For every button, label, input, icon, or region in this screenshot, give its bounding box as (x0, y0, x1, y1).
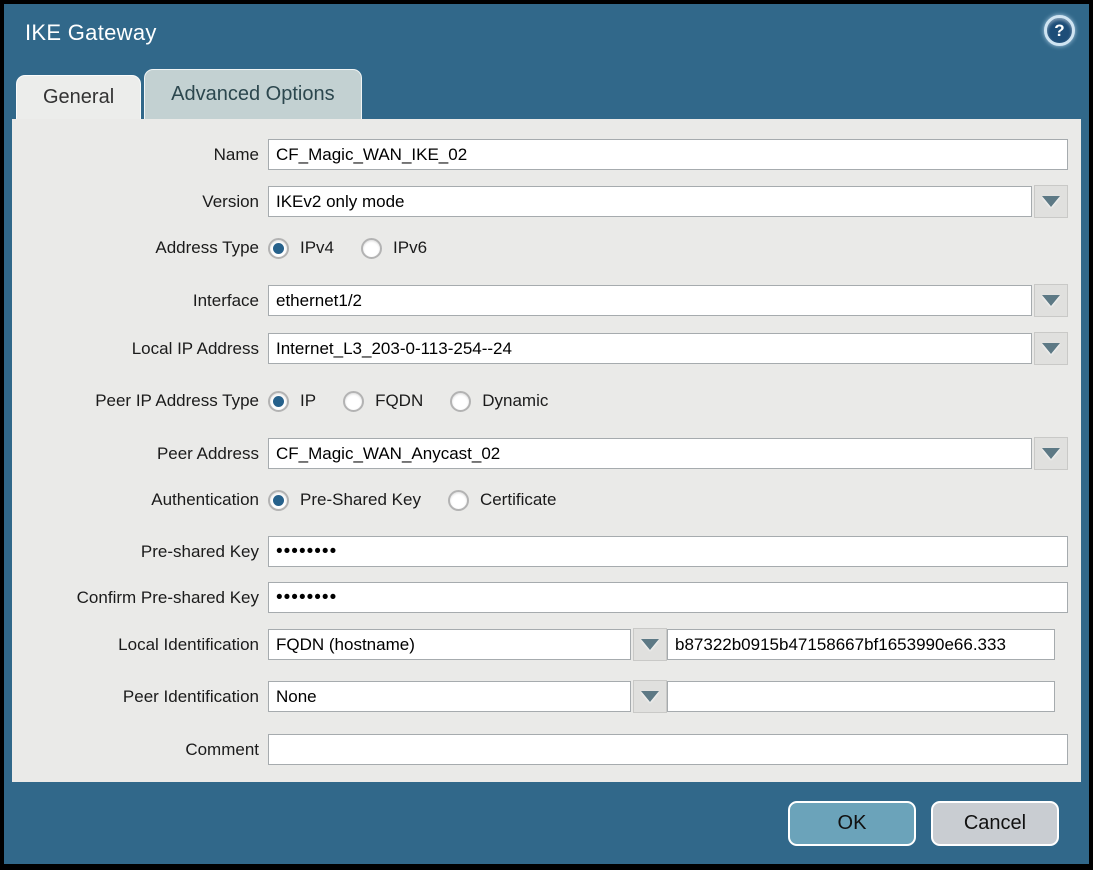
authentication-pre-shared-key-label: Pre-Shared Key (300, 490, 421, 510)
dialog-footer: OK Cancel (4, 782, 1089, 864)
ike-gateway-dialog: IKE Gateway ? General Advanced Options N… (4, 4, 1089, 864)
address-type-ipv6-option[interactable]: IPv6 (361, 238, 427, 259)
peer-identification-row: Peer Identification None (12, 680, 1081, 713)
dialog-title: IKE Gateway (25, 20, 157, 46)
peer-ip-address-type-radio-group: IP FQDN Dynamic (268, 391, 575, 412)
local-identification-type-dropdown[interactable]: FQDN (hostname) (268, 628, 667, 661)
pre-shared-key-input[interactable] (268, 536, 1068, 567)
peer-identification-label: Peer Identification (12, 687, 268, 707)
version-dropdown[interactable]: IKEv2 only mode (268, 185, 1068, 218)
tab-general[interactable]: General (16, 75, 141, 119)
name-row: Name (12, 139, 1081, 170)
peer-identification-type-value: None (268, 681, 631, 712)
help-icon[interactable]: ? (1044, 15, 1075, 46)
radio-unselected-icon[interactable] (450, 391, 471, 412)
authentication-row: Authentication Pre-Shared Key Certificat… (12, 486, 1081, 514)
peer-ip-type-ip-label: IP (300, 391, 316, 411)
chevron-down-icon (641, 691, 659, 702)
authentication-pre-shared-key-option[interactable]: Pre-Shared Key (268, 490, 421, 511)
address-type-ipv4-option[interactable]: IPv4 (268, 238, 334, 259)
chevron-down-icon (1042, 295, 1060, 306)
peer-ip-type-dynamic-option[interactable]: Dynamic (450, 391, 548, 412)
authentication-certificate-label: Certificate (480, 490, 557, 510)
address-type-ipv4-label: IPv4 (300, 238, 334, 258)
peer-address-label: Peer Address (12, 444, 268, 464)
peer-identification-dropdown-button[interactable] (633, 680, 667, 713)
name-label: Name (12, 145, 268, 165)
version-row: Version IKEv2 only mode (12, 185, 1081, 218)
interface-dropdown-button[interactable] (1034, 284, 1068, 317)
version-dropdown-button[interactable] (1034, 185, 1068, 218)
local-ip-address-label: Local IP Address (12, 339, 268, 359)
interface-dropdown[interactable]: ethernet1/2 (268, 284, 1068, 317)
chevron-down-icon (1042, 448, 1060, 459)
authentication-label: Authentication (12, 490, 268, 510)
cancel-button[interactable]: Cancel (931, 801, 1059, 846)
radio-selected-icon[interactable] (268, 238, 289, 259)
tab-bar: General Advanced Options (16, 66, 1081, 119)
address-type-row: Address Type IPv4 IPv6 (12, 234, 1081, 262)
local-identification-type-value: FQDN (hostname) (268, 629, 631, 660)
peer-address-selected-value: CF_Magic_WAN_Anycast_02 (268, 438, 1032, 469)
peer-ip-address-type-row: Peer IP Address Type IP FQDN Dynamic (12, 387, 1081, 415)
radio-selected-icon[interactable] (268, 391, 289, 412)
address-type-label: Address Type (12, 238, 268, 258)
comment-row: Comment (12, 734, 1081, 765)
peer-identification-value-input[interactable] (667, 681, 1055, 712)
local-ip-address-dropdown[interactable]: Internet_L3_203-0-113-254--24 (268, 332, 1068, 365)
local-identification-dropdown-button[interactable] (633, 628, 667, 661)
tab-advanced-options[interactable]: Advanced Options (144, 69, 361, 119)
chevron-down-icon (641, 639, 659, 650)
radio-unselected-icon[interactable] (343, 391, 364, 412)
version-selected-value: IKEv2 only mode (268, 186, 1032, 217)
peer-address-dropdown-button[interactable] (1034, 437, 1068, 470)
version-label: Version (12, 192, 268, 212)
local-identification-row: Local Identification FQDN (hostname) (12, 628, 1081, 661)
name-input[interactable] (268, 139, 1068, 170)
peer-identification-type-dropdown[interactable]: None (268, 680, 667, 713)
pre-shared-key-row: Pre-shared Key (12, 536, 1081, 567)
general-tab-panel: Name Version IKEv2 only mode Address Typ… (12, 119, 1081, 782)
peer-ip-type-ip-option[interactable]: IP (268, 391, 316, 412)
comment-label: Comment (12, 740, 268, 760)
radio-unselected-icon[interactable] (361, 238, 382, 259)
chevron-down-icon (1042, 343, 1060, 354)
authentication-certificate-option[interactable]: Certificate (448, 490, 557, 511)
local-ip-address-selected-value: Internet_L3_203-0-113-254--24 (268, 333, 1032, 364)
address-type-ipv6-label: IPv6 (393, 238, 427, 258)
authentication-radio-group: Pre-Shared Key Certificate (268, 490, 583, 511)
peer-ip-address-type-label: Peer IP Address Type (12, 391, 268, 411)
interface-label: Interface (12, 291, 268, 311)
peer-address-row: Peer Address CF_Magic_WAN_Anycast_02 (12, 437, 1081, 470)
tab-advanced-options-label: Advanced Options (171, 83, 334, 106)
dialog-titlebar: IKE Gateway ? (4, 4, 1089, 66)
chevron-down-icon (1042, 196, 1060, 207)
radio-selected-icon[interactable] (268, 490, 289, 511)
radio-unselected-icon[interactable] (448, 490, 469, 511)
confirm-pre-shared-key-input[interactable] (268, 582, 1068, 613)
interface-row: Interface ethernet1/2 (12, 284, 1081, 317)
tab-general-label: General (43, 86, 114, 109)
local-identification-label: Local Identification (12, 635, 268, 655)
pre-shared-key-label: Pre-shared Key (12, 542, 268, 562)
address-type-radio-group: IPv4 IPv6 (268, 238, 454, 259)
peer-ip-type-fqdn-label: FQDN (375, 391, 423, 411)
confirm-pre-shared-key-label: Confirm Pre-shared Key (12, 588, 268, 608)
interface-selected-value: ethernet1/2 (268, 285, 1032, 316)
peer-address-dropdown[interactable]: CF_Magic_WAN_Anycast_02 (268, 437, 1068, 470)
local-identification-value-input[interactable] (667, 629, 1055, 660)
peer-ip-type-dynamic-label: Dynamic (482, 391, 548, 411)
ok-button[interactable]: OK (788, 801, 916, 846)
confirm-pre-shared-key-row: Confirm Pre-shared Key (12, 582, 1081, 613)
local-ip-address-dropdown-button[interactable] (1034, 332, 1068, 365)
peer-ip-type-fqdn-option[interactable]: FQDN (343, 391, 423, 412)
local-ip-address-row: Local IP Address Internet_L3_203-0-113-2… (12, 332, 1081, 365)
comment-input[interactable] (268, 734, 1068, 765)
